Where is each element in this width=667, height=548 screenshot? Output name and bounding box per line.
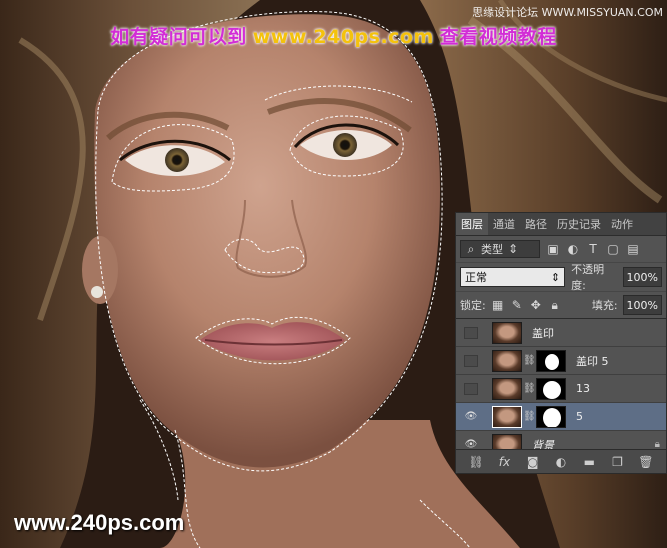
fill-value: 100% [626,298,658,312]
tutorial-banner: 如有疑问可以到 www.240ps.com 查看视频教程 [0,22,667,49]
new-layer-icon[interactable]: ❐ [610,455,626,469]
filter-row: ⌕ 类型 ⇕ ▣ ◐ T ▢ ▤ [456,236,666,262]
kind-label: 类型 [481,243,503,256]
trash-icon[interactable]: 🗑︎ [638,455,654,469]
layer-mask-thumbnail[interactable] [536,377,566,400]
lock-move-icon[interactable]: ✥ [529,298,543,312]
layer-thumbnail [492,349,522,372]
link-chain-icon: ⛓︎ [523,411,536,422]
chevron-updown-icon: ⇕ [550,270,561,284]
layer-name: 13 [576,382,590,395]
link-layers-icon[interactable]: ⛓︎ [468,455,484,469]
fill-input[interactable]: 100% [622,295,662,315]
link-chain-icon: ⛓︎ [523,383,536,394]
link-chain-icon: ⛓︎ [523,355,536,366]
site-credit: 思缘设计论坛 WWW.MISSYUAN.COM [472,6,663,19]
search-icon: ⌕ [467,242,475,256]
tab-layers[interactable]: 图层 [456,213,488,235]
layer-list: 盖印 ⛓︎ 盖印 5 ⛓︎ 13 👁︎ ⛓︎ 5 👁︎ 背景 🔒︎ [456,318,666,459]
layer-mask-thumbnail[interactable] [536,405,566,428]
layer-mask-thumbnail[interactable] [536,349,566,372]
banner-text-2: 查看视频教程 [439,26,557,48]
adjustment-layer-icon[interactable]: ◐ [553,455,569,469]
layer-name: 盖印 5 [576,354,609,368]
layer-thumbnail [492,321,522,344]
layer-row[interactable]: ⛓︎ 盖印 5 [456,347,666,375]
pixel-filter-icon[interactable]: ▣ [546,242,560,256]
lock-brush-icon[interactable]: ✎ [510,298,524,312]
layer-name: 5 [576,410,583,423]
layers-panel: 图层 通道 路径 历史记录 动作 ⌕ 类型 ⇕ ▣ ◐ T ▢ ▤ 正常 ⇕ 不… [455,212,667,474]
eye-icon[interactable]: 👁︎ [464,411,478,423]
adjustment-filter-icon[interactable]: ◐ [566,242,580,256]
blend-mode-value: 正常 [465,271,487,284]
footer-url: www.240ps.com [14,510,185,535]
lock-all-icon[interactable]: 🔒︎ [548,298,562,312]
panel-bottom-bar: ⛓︎ fx ◙ ◐ ▬ ❐ 🗑︎ [456,449,666,473]
fx-icon[interactable]: fx [496,455,512,469]
tab-channels[interactable]: 通道 [488,213,520,235]
visibility-toggle[interactable] [464,326,478,339]
opacity-label: 不透明度: [571,263,605,292]
layer-row-selected[interactable]: 👁︎ ⛓︎ 5 [456,403,666,431]
panel-tabs: 图层 通道 路径 历史记录 动作 [456,213,666,236]
opacity-input[interactable]: 100% [622,267,662,287]
lock-row: 锁定: ▦ ✎ ✥ 🔒︎ 填充: 100% [456,291,666,318]
lock-transparent-icon[interactable]: ▦ [491,298,505,312]
type-filter-icon[interactable]: T [586,242,600,256]
tab-actions[interactable]: 动作 [606,213,638,235]
new-group-icon[interactable]: ▬ [581,455,597,469]
tab-history[interactable]: 历史记录 [552,213,606,235]
smart-object-filter-icon[interactable]: ▤ [626,242,640,256]
chevron-down-icon: ⇕ [507,242,519,256]
add-mask-icon[interactable]: ◙ [525,455,541,469]
shape-filter-icon[interactable]: ▢ [606,242,620,256]
layer-row[interactable]: ⛓︎ 13 [456,375,666,403]
blend-row: 正常 ⇕ 不透明度: 100% [456,262,666,292]
blend-mode-select[interactable]: 正常 ⇕ [460,267,566,287]
opacity-value: 100% [626,270,658,284]
tab-paths[interactable]: 路径 [520,213,552,235]
banner-url: www.240ps.com [252,26,434,48]
banner-text-1: 如有疑问可以到 [110,26,247,48]
layer-row[interactable]: 盖印 [456,319,666,347]
visibility-toggle[interactable] [464,382,478,395]
fill-label: 填充: [591,299,618,312]
kind-filter-select[interactable]: ⌕ 类型 ⇕ [460,240,540,258]
layer-name: 盖印 [532,326,554,340]
layer-thumbnail [492,405,522,428]
layer-thumbnail [492,377,522,400]
visibility-toggle[interactable] [464,354,478,367]
lock-label: 锁定: [460,299,486,312]
